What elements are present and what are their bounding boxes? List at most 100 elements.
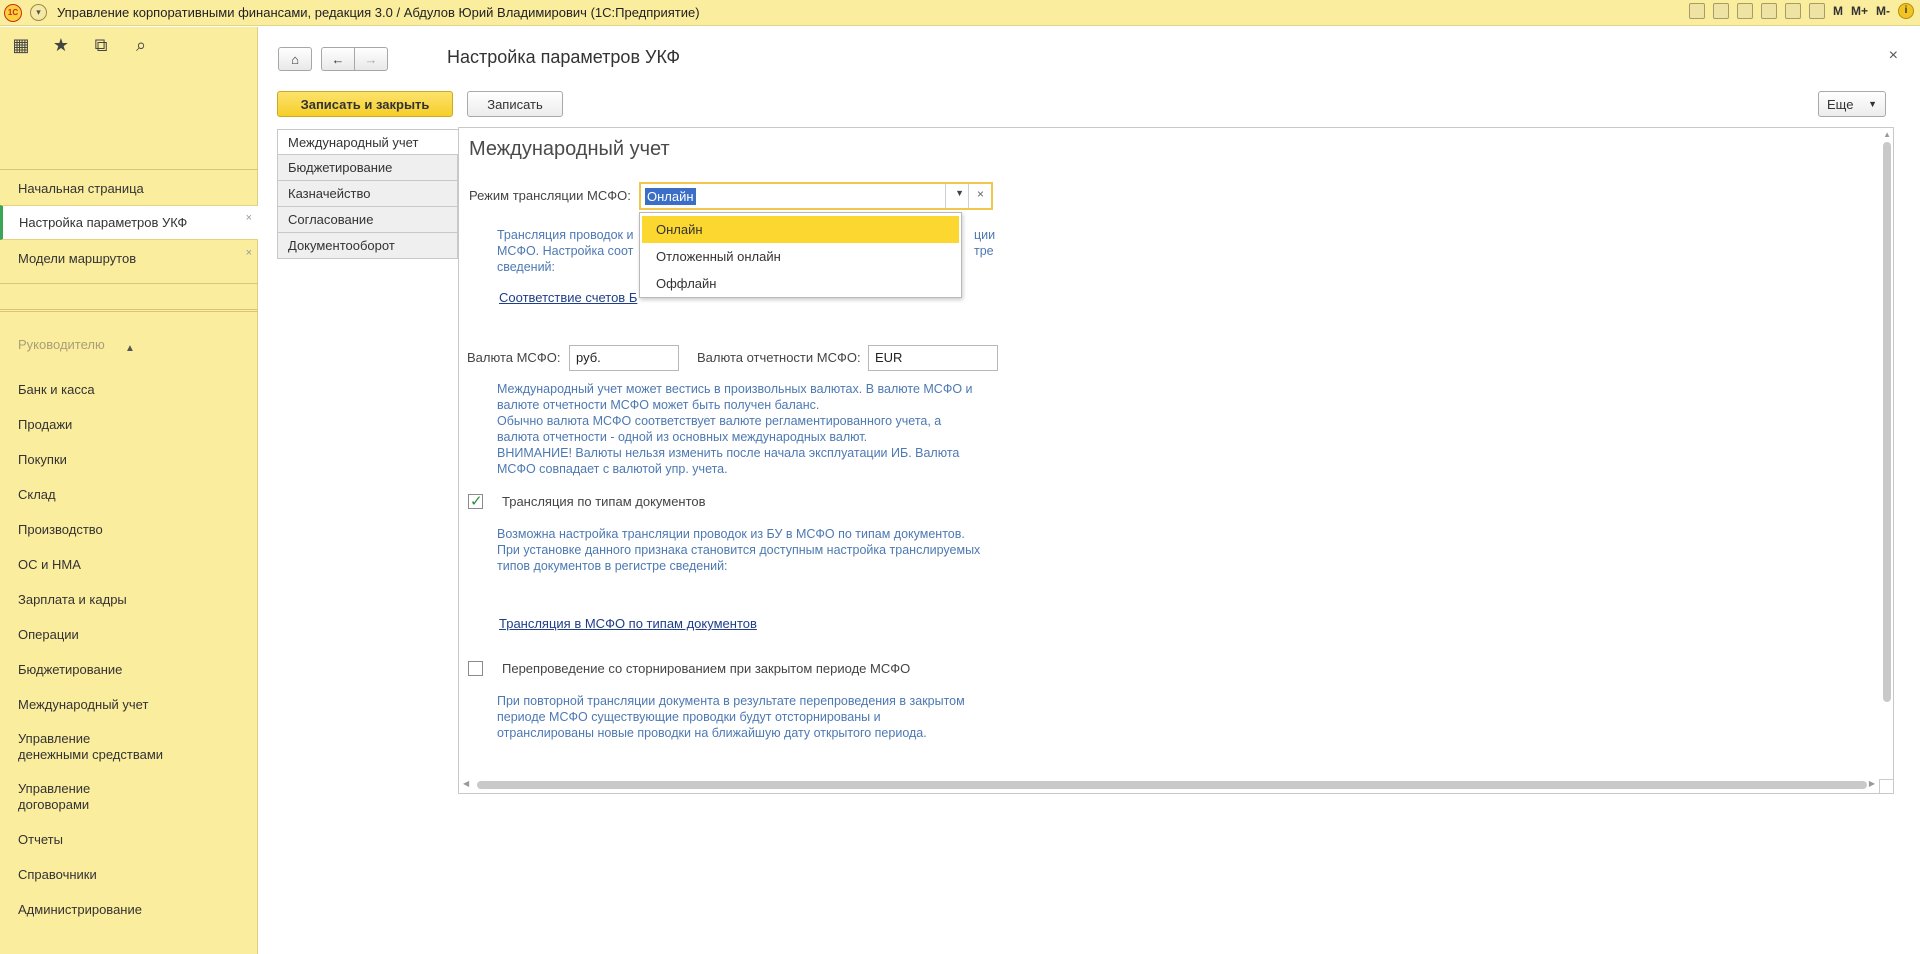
scroll-corner (1879, 779, 1893, 793)
scroll-up-icon[interactable]: ▲ (1883, 130, 1891, 139)
section-item[interactable]: Покупки (0, 442, 258, 477)
tab-budgeting[interactable]: Бюджетирование (277, 155, 458, 181)
calculator-icon[interactable] (1784, 3, 1801, 19)
section-item[interactable]: Справочники (0, 857, 258, 892)
sections-menu: Руководителю Банк и касса Продажи Покупк… (0, 337, 258, 927)
tab-document-flow[interactable]: Документооборот (277, 233, 458, 259)
favorites-icon[interactable]: ★ (50, 35, 72, 56)
section-item[interactable]: ОС и НМА (0, 547, 258, 582)
sidebar-item-label: Начальная страница (18, 180, 144, 196)
mode-select-value: Онлайн (645, 188, 696, 205)
home-button[interactable]: ⌂ (278, 47, 312, 71)
section-item[interactable]: Бюджетирование (0, 652, 258, 687)
section-item[interactable]: Отчеты (0, 822, 258, 857)
save-and-close-button[interactable]: Записать и закрыть (277, 91, 453, 117)
section-item[interactable]: Международный учет (0, 687, 258, 722)
back-button[interactable]: ← (321, 47, 355, 71)
close-icon[interactable]: × (1889, 47, 1898, 65)
report-currency-field[interactable]: EUR (868, 345, 998, 371)
section-item[interactable]: Администрирование (0, 892, 258, 927)
memory-button[interactable]: M (1833, 4, 1843, 18)
currency-field[interactable]: руб. (569, 345, 679, 371)
repost-checkbox[interactable] (468, 661, 483, 676)
currency-label: Валюта МСФО: (467, 350, 561, 365)
section-item[interactable]: Руководителю (0, 337, 258, 353)
settings-tabs: Международный учет Бюджетирование Казнач… (277, 129, 458, 259)
settings-panel: Международный учет Режим трансляции МСФО… (458, 127, 1894, 794)
search-icon[interactable]: ⌕ (130, 35, 152, 56)
tab-treasury[interactable]: Казначейство (277, 181, 458, 207)
arrow-right-icon: → (364, 51, 378, 67)
section-item[interactable]: Управление денежными средствами (0, 722, 258, 772)
scroll-right-icon[interactable]: ▶ (1869, 779, 1875, 788)
close-icon[interactable]: × (246, 212, 252, 224)
hint-line: Возможна настройка трансляции проводок и… (497, 527, 965, 541)
sidebar: ▦ ★ ⧉ ⌕ Начальная страница Настройка пар… (0, 27, 258, 954)
main-menu-icon[interactable]: ▾ (30, 4, 47, 21)
doc-types-label[interactable]: Трансляция по типам документов (502, 494, 706, 509)
clear-icon[interactable]: × (977, 187, 984, 201)
section-item-line: денежными средствами (18, 747, 164, 762)
forward-button[interactable]: → (354, 47, 388, 71)
hint-line: ции (974, 228, 996, 242)
section-item[interactable]: Склад (0, 477, 258, 512)
arrow-left-icon: ← (331, 51, 345, 67)
hint-line: периоде МСФО существующие проводки будут… (497, 710, 881, 724)
repost-label[interactable]: Перепроведение со сторнированием при зак… (502, 661, 910, 676)
more-button-label: Еще (1827, 96, 1854, 112)
sidebar-item-route-models[interactable]: Модели маршрутов × (0, 240, 258, 275)
more-button[interactable]: Еще ▼ (1818, 91, 1886, 117)
doc-types-checkbox[interactable]: ✓ (468, 493, 483, 510)
section-item[interactable]: Банк и касса (0, 372, 258, 407)
sidebar-item-home[interactable]: Начальная страница (0, 170, 258, 205)
hint-line: МСФО совпадает с валютой упр. учета. (497, 462, 728, 476)
main-content: ⌂ ← → Настройка параметров УКФ × Записат… (259, 27, 1920, 954)
section-item[interactable]: Операции (0, 617, 258, 652)
print-icon[interactable] (1712, 3, 1729, 19)
open-windows-list: Начальная страница Настройка параметров … (0, 170, 258, 275)
section-item[interactable]: Зарплата и кадры (0, 582, 258, 617)
title-bar: 1С ▾ Управление корпоративными финансами… (0, 0, 1920, 26)
tab-approval[interactable]: Согласование (277, 207, 458, 233)
home-icon: ⌂ (291, 51, 299, 67)
scroll-left-icon[interactable]: ◀ (463, 779, 469, 788)
save-icon[interactable] (1688, 3, 1705, 19)
mode-dropdown-list: Онлайн Отложенный онлайн Оффлайн (639, 212, 962, 298)
vertical-scrollbar[interactable] (1883, 142, 1891, 702)
save-button[interactable]: Записать (467, 91, 563, 117)
dropdown-option-deferred[interactable]: Отложенный онлайн (640, 243, 961, 270)
tab-international[interactable]: Международный учет (277, 129, 458, 155)
dropdown-option-online[interactable]: Онлайн (642, 216, 959, 243)
horizontal-scrollbar[interactable] (477, 781, 1867, 789)
panel-scroll-area: Международный учет Режим трансляции МСФО… (459, 128, 1883, 778)
close-icon[interactable]: × (246, 247, 252, 259)
hint-line: отранслированы новые проводки на ближайш… (497, 726, 927, 740)
section-item[interactable]: Продажи (0, 407, 258, 442)
mode-label: Режим трансляции МСФО: (469, 188, 631, 203)
sidebar-divider (0, 309, 258, 310)
section-item[interactable]: Производство (0, 512, 258, 547)
sidebar-divider (0, 311, 258, 312)
chevron-down-icon[interactable]: ▼ (955, 188, 964, 198)
hint-line: типов документов в регистре сведений: (497, 559, 728, 573)
info-icon[interactable]: i (1898, 3, 1914, 19)
sidebar-item-ukf-settings[interactable]: Настройка параметров УКФ × (0, 205, 258, 240)
history-icon[interactable] (1760, 3, 1777, 19)
calendar-icon[interactable] (1808, 3, 1825, 19)
doc-types-link[interactable]: Трансляция в МСФО по типам документов (499, 616, 757, 631)
section-item-line: Управление (18, 731, 91, 746)
history-icon[interactable]: ⧉ (90, 35, 112, 56)
hint-line: сведений: (497, 260, 556, 274)
hint-line: При установке данного признака становитс… (497, 543, 981, 557)
memory-minus-button[interactable]: M- (1876, 4, 1890, 18)
favorites-star-icon[interactable] (1736, 3, 1753, 19)
accounts-mapping-link[interactable]: Соответствие счетов Б (499, 290, 637, 305)
apps-grid-icon[interactable]: ▦ (10, 35, 32, 56)
section-item[interactable]: Управление договорами (0, 772, 258, 822)
dropdown-option-offline[interactable]: Оффлайн (640, 270, 961, 297)
memory-plus-button[interactable]: M+ (1851, 4, 1868, 18)
mode-select[interactable]: Онлайн ▼ × (639, 182, 993, 210)
hint-line: Международный учет может вестись в произ… (497, 382, 973, 396)
hint-line: валюте отчетности МСФО может быть получе… (497, 398, 820, 412)
checkmark-icon: ✓ (470, 493, 483, 510)
